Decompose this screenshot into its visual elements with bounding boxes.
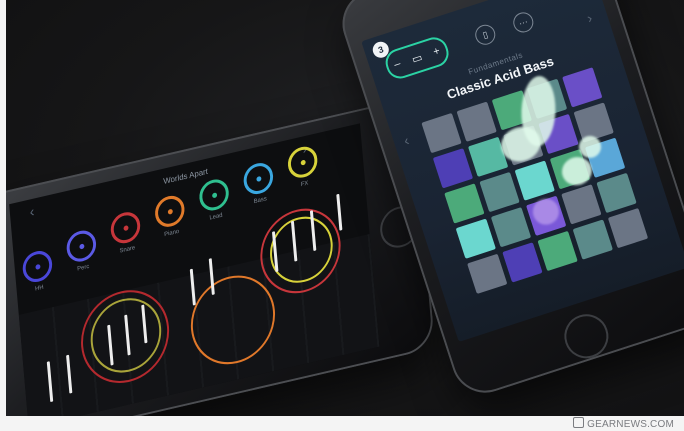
keyboard-icon: ▭ bbox=[410, 51, 424, 66]
pad-4[interactable] bbox=[562, 67, 603, 108]
photo-scene: Worlds Apart ‹ › HH Perc Snare Piano Lea… bbox=[0, 0, 684, 431]
knob-lead[interactable] bbox=[198, 176, 231, 214]
pad-5[interactable] bbox=[432, 148, 474, 189]
knob-piano[interactable] bbox=[153, 192, 186, 230]
knob-indicator bbox=[211, 192, 218, 199]
pad-10[interactable] bbox=[444, 183, 485, 224]
pad-11[interactable] bbox=[479, 171, 520, 213]
prev-preset-arrow[interactable]: ‹ bbox=[402, 132, 411, 149]
knob-label-lead: Lead bbox=[209, 212, 223, 222]
knob-perc[interactable] bbox=[65, 227, 98, 265]
knob-hh[interactable] bbox=[21, 248, 54, 285]
more-icon[interactable]: ··· bbox=[510, 9, 536, 36]
watermark-text: GEARNEWS.COM bbox=[587, 419, 674, 430]
sequencer-screen: Worlds Apart ‹ › HH Perc Snare Piano Lea… bbox=[9, 123, 380, 428]
landscape-phone: Worlds Apart ‹ › HH Perc Snare Piano Lea… bbox=[0, 96, 436, 431]
pad-20[interactable] bbox=[467, 253, 508, 295]
knob-label-fx: FX bbox=[300, 180, 309, 189]
pad-21[interactable] bbox=[502, 242, 543, 283]
knob-indicator bbox=[123, 225, 129, 232]
prev-track-arrow[interactable]: ‹ bbox=[29, 203, 35, 220]
knob-indicator bbox=[167, 208, 173, 215]
pad-0[interactable] bbox=[421, 112, 462, 154]
pad-12[interactable] bbox=[514, 160, 555, 201]
knob-indicator bbox=[300, 159, 306, 166]
knob-indicator bbox=[256, 175, 262, 183]
plus-button[interactable]: + bbox=[432, 45, 442, 58]
camera-icon bbox=[573, 417, 585, 428]
pad-18[interactable] bbox=[561, 184, 602, 225]
minus-button[interactable]: – bbox=[393, 58, 403, 71]
device-icon[interactable]: ▯ bbox=[472, 22, 498, 48]
knob-label-perc: Perc bbox=[77, 263, 90, 273]
knob-snare[interactable] bbox=[109, 209, 142, 247]
knob-label-snare: Snare bbox=[119, 245, 136, 255]
pad-16[interactable] bbox=[490, 207, 532, 248]
next-preset-arrow[interactable]: › bbox=[585, 9, 594, 26]
knob-indicator bbox=[35, 263, 41, 270]
photo-border-left bbox=[0, 0, 6, 431]
watermark: GEARNEWS.COM bbox=[573, 417, 674, 430]
knob-indicator bbox=[79, 243, 85, 250]
knob-label-piano: Piano bbox=[163, 228, 180, 239]
knob-label-hh: HH bbox=[34, 284, 44, 293]
pad-1[interactable] bbox=[456, 101, 497, 142]
pad-19[interactable] bbox=[596, 172, 637, 214]
note-stick[interactable] bbox=[336, 193, 343, 231]
pad-15[interactable] bbox=[455, 218, 496, 259]
pad-23[interactable] bbox=[572, 219, 613, 260]
octave-control[interactable]: – ▭ + bbox=[382, 33, 453, 83]
knob-label-bass: Bass bbox=[253, 196, 268, 206]
pad-24[interactable] bbox=[607, 207, 649, 249]
pad-22[interactable] bbox=[537, 230, 578, 272]
